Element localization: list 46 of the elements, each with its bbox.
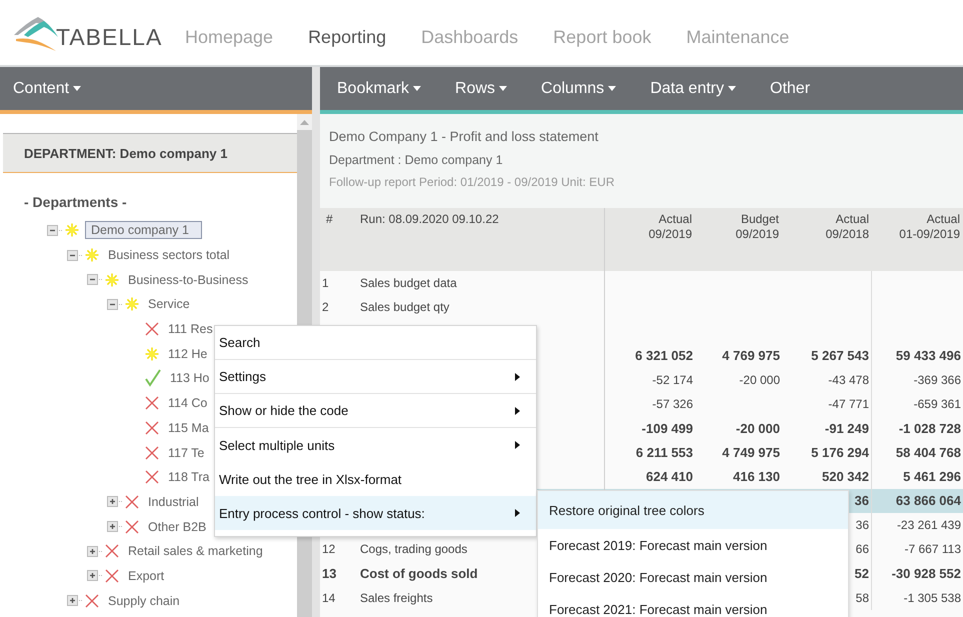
row-label: Sales budget qty: [360, 295, 605, 320]
table-cell-text: 6 211 553: [634, 444, 694, 462]
tree-heading: - Departments -: [23, 193, 128, 212]
row-number: 1: [321, 275, 330, 292]
column-header: Actual 09/2018: [782, 208, 872, 271]
column-header: Actual 09/2019: [605, 208, 695, 271]
column-header: Run: 08.09.2020 09.10.22: [360, 208, 605, 271]
table-cell-text: -20 000: [734, 420, 781, 438]
table-cell-text: -1 305 538: [902, 590, 962, 607]
row-number: 2: [321, 299, 330, 316]
table-cell: -91 249: [782, 416, 872, 440]
row-number: 14: [321, 590, 336, 607]
table-cell-text: -52 174: [651, 372, 694, 389]
table-cell-text: 59 433 496: [894, 347, 962, 366]
table-cell: -47 771: [782, 392, 872, 416]
table-cell-text: -7 667 113: [904, 541, 962, 558]
column-header: Budget 09/2019: [695, 208, 782, 271]
table-cell: -43 478: [782, 368, 872, 392]
table-cell-text: 416 130: [732, 468, 781, 486]
department-header: DEPARTMENT: Demo company 1: [3, 133, 297, 173]
table-cell-text: -23 261 439: [896, 516, 962, 534]
table-cell-text: 4 749 975: [721, 444, 781, 462]
table-cell: 5 176 294: [782, 440, 872, 464]
table-cell-text: -57 326: [651, 396, 694, 414]
table-cell-text: -1 028 728: [898, 420, 962, 438]
row-number: 13: [321, 564, 338, 583]
report-department: Department : Demo company 1: [329, 153, 504, 167]
report-subtitle: Follow-up report Period: 01/2019 - 09/2019 Unit: EUR: [329, 175, 616, 189]
table-cell: 5 267 543: [782, 344, 872, 368]
column-header: Actual 01-09/2019: [872, 208, 963, 271]
table-cell-text: -20 000: [738, 372, 781, 389]
row-number: 12: [321, 541, 336, 558]
row-label: Sales budget data: [360, 271, 605, 296]
table-cell-text: 6 321 052: [634, 347, 694, 366]
report-title: Demo Company 1 - Profit and loss statement: [329, 129, 600, 144]
table-cell-text: -109 499: [640, 420, 694, 438]
table-cell-text: 4 769 975: [721, 347, 781, 366]
table-cell-text: -369 366: [912, 372, 962, 389]
table-cell-text: 5 461 296: [902, 468, 962, 486]
logo-text: TABELLA: [56, 26, 162, 50]
table-cell-text: -30 928 552: [890, 564, 962, 583]
table-cell-text: -659 361: [912, 396, 962, 414]
table-cell: 63 866 064: [872, 488, 963, 513]
column-header: #: [320, 208, 360, 271]
table-cell-text: 624 410: [645, 468, 694, 486]
table-cell-text: 58 404 768: [894, 444, 962, 462]
